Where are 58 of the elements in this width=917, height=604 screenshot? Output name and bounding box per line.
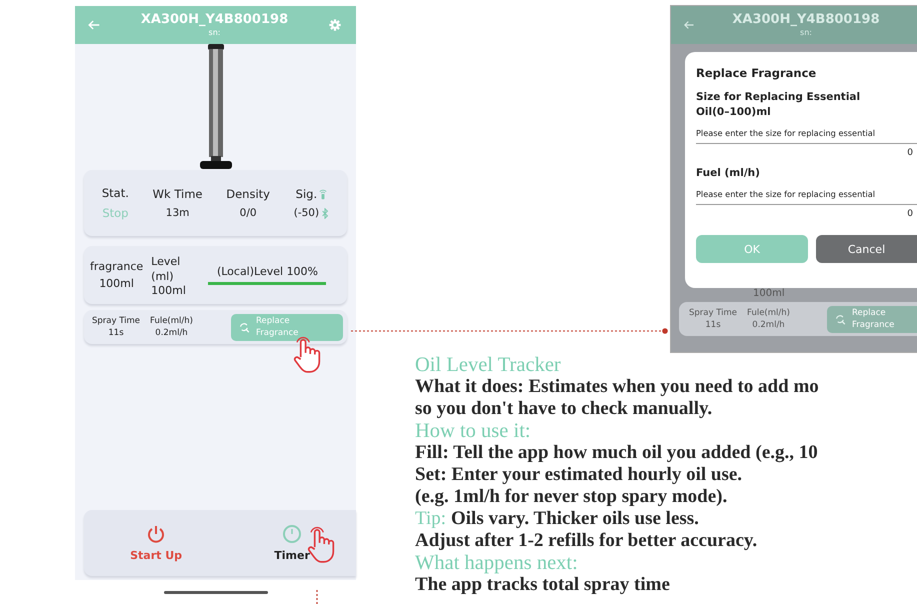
serial-label: sn:: [208, 28, 222, 38]
description-line: Fill: Tell the app how much oil you added (e.g., 10: [415, 442, 818, 463]
leader-line: [316, 590, 318, 604]
spray-value: 0.2ml/h: [155, 328, 188, 338]
stat-value: 0/0: [240, 207, 257, 219]
stat-value: (-50): [294, 207, 320, 219]
serial-label: sn:: [799, 28, 813, 38]
description-line: The app tracks total spray time: [415, 574, 670, 595]
refresh-search-icon: [239, 322, 250, 332]
stat-label: Wk Time: [152, 187, 202, 201]
input-field[interactable]: 0: [696, 204, 917, 223]
spray-value: 0.2ml/h: [752, 320, 785, 330]
description-line: What it does: Estimates when you need to add mo: [415, 376, 819, 397]
section-heading: What happens next:: [415, 552, 578, 574]
stat-value: Stop: [102, 206, 128, 220]
settings-icon[interactable]: [328, 18, 342, 32]
field-label: Size for Replacing Essential Oil(0–100)ml: [696, 90, 862, 120]
description-line: so you don't have to check manually.: [415, 398, 712, 419]
tip-text: Oils vary. Thicker oils use less.: [451, 508, 699, 529]
spray-value: 11s: [705, 320, 721, 330]
fragrance-label: fragrance: [90, 260, 144, 273]
spray-label: Fule(ml/h): [150, 316, 193, 326]
device-title: XA300H_Y4B800198: [140, 12, 290, 28]
refresh-search-icon: [835, 314, 846, 324]
field-label: Fuel (ml/h): [696, 166, 761, 181]
back-arrow-icon[interactable]: [87, 18, 101, 32]
level-label: Level (ml): [151, 254, 182, 284]
dialog-button[interactable]: Cancel: [816, 235, 917, 263]
bottom-action-button[interactable]: Timer: [268, 523, 316, 563]
spray-label: Fule(ml/h): [747, 308, 790, 318]
section-heading: Oil Level Tracker: [415, 354, 561, 376]
stat-value: 13m: [166, 207, 190, 219]
power-icon: [146, 524, 166, 544]
description-line: Set: Enter your estimated hourly oil use.: [415, 464, 742, 485]
spray-label: Spray Time: [92, 316, 140, 326]
dialog-title: Replace Fragrance: [696, 66, 818, 80]
tip-label: Tip:: [415, 508, 446, 529]
bottom-action-button[interactable]: Start Up: [124, 523, 188, 563]
stat-label: Density: [226, 187, 270, 201]
field-hint: Please enter the size for replacing essential: [696, 128, 876, 138]
level-reading: (Local)Level 100%: [216, 265, 318, 278]
description-line: (e.g. 1ml/h for never stop spary mode).: [415, 486, 728, 507]
description-line: Adjust after 1-2 refills for better accuracy.: [415, 530, 758, 551]
stat-label: Stat.: [102, 186, 129, 200]
level-value: 100ml: [151, 284, 186, 296]
wifi-signal-icon: [319, 188, 328, 200]
fragrance-value: 100ml: [99, 277, 134, 290]
spray-label: Spray Time: [689, 308, 738, 318]
field-hint: Please enter the size for replacing essential: [696, 189, 876, 199]
device-title: XA300H_Y4B800198: [731, 12, 881, 28]
clock-icon: [282, 524, 302, 544]
spray-value: 11s: [108, 328, 124, 338]
level-value: 100ml: [753, 288, 786, 300]
back-arrow-icon[interactable]: [683, 19, 695, 31]
bluetooth-icon: [321, 208, 330, 218]
input-field[interactable]: 0: [696, 143, 917, 162]
section-heading: How to use it:: [415, 420, 531, 442]
stat-label: Sig.: [296, 187, 318, 201]
